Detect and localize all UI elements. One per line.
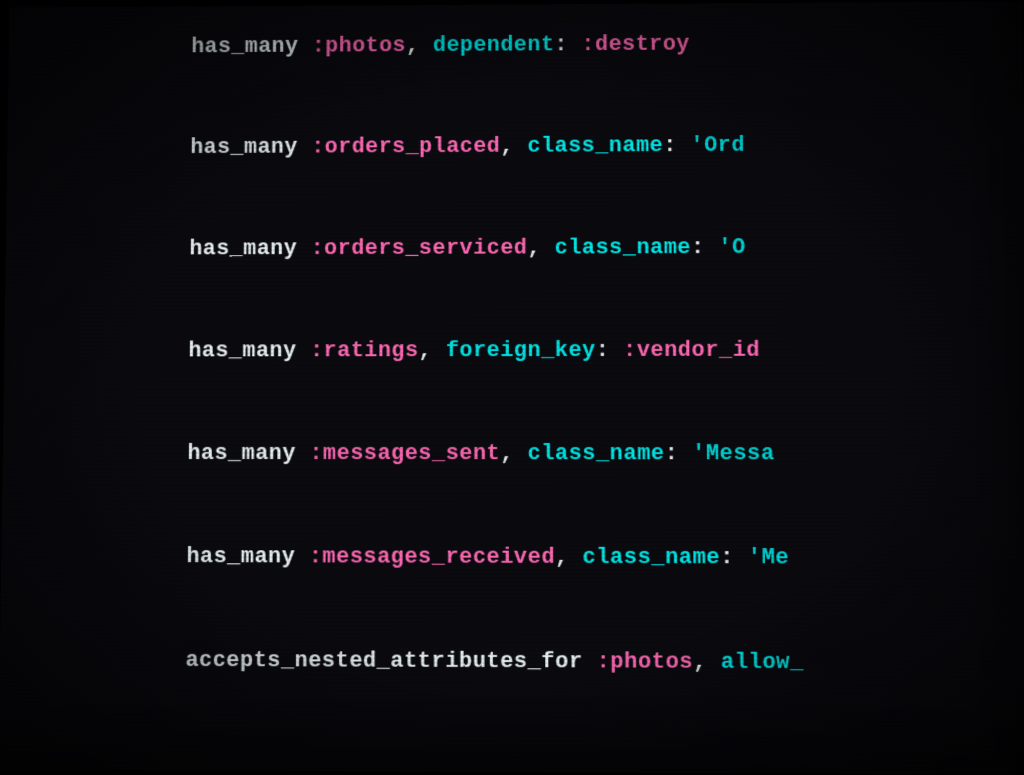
punct: ,	[500, 441, 527, 466]
line-content: has_many :orders_serviced, class_name: '…	[54, 197, 1024, 298]
code-line-7: accepts_nested_attributes_for :photos, a…	[0, 608, 1024, 716]
symbol: :orders_serviced	[311, 236, 528, 261]
punct2: :	[691, 235, 718, 260]
symbol-destroy: :destroy	[581, 32, 690, 57]
code-line-6: has_many :messages_received, class_name:…	[1, 505, 1024, 611]
code-line-8	[0, 712, 1024, 764]
key: class_name	[527, 133, 663, 158]
string-val: 'Ord	[690, 133, 745, 158]
symbol: :photos	[596, 649, 693, 675]
symbol-photos: :photos	[312, 33, 406, 58]
punct2: :	[596, 338, 623, 363]
punct2: :	[665, 441, 693, 466]
symbol: :orders_placed	[311, 134, 500, 159]
string-val: 'O	[718, 235, 746, 260]
punct: ,	[406, 33, 433, 58]
keyword-hasmany: has_many	[164, 34, 312, 59]
code-line-3: has_many :orders_serviced, class_name: '…	[5, 195, 1024, 300]
code-line-5: has_many :messages_sent, class_name: 'Me…	[2, 402, 1024, 506]
line-content: accepts_nested_attributes_for :photos, a…	[49, 610, 1024, 714]
symbol: :messages_sent	[309, 441, 500, 466]
code-editor: has_many :photos, dependent: :destroy ha…	[0, 1, 1024, 774]
symbol: :messages_received	[309, 544, 555, 570]
key: foreign_key	[446, 338, 596, 363]
keyword: has_many	[160, 441, 309, 466]
key-dependent: dependent	[433, 33, 555, 58]
symbol-fk: :vendor_id	[623, 338, 760, 363]
line-content: has_many :messages_sent, class_name: 'Me…	[52, 404, 1024, 504]
line-content: has_many :messages_received, class_name:…	[50, 507, 1024, 609]
key-allow: allow_	[721, 650, 804, 676]
keyword: has_many	[162, 236, 310, 261]
punct2: :	[720, 545, 748, 570]
line-content: has_many :photos, dependent: :destroy	[57, 1, 1023, 96]
punct: ,	[419, 338, 446, 363]
code-content: has_many :photos, dependent: :destroy ha…	[0, 1, 1024, 774]
string-val: 'Me	[748, 545, 790, 570]
code-line-1: has_many :photos, dependent: :destroy	[8, 1, 1023, 98]
keyword: has_many	[163, 135, 311, 160]
punct2: :	[663, 133, 690, 158]
keyword: accepts_nested_attributes_for	[158, 648, 596, 675]
line-content	[48, 714, 1024, 752]
line-content: has_many :orders_placed, class_name: 'Or…	[56, 95, 1024, 197]
symbol: :ratings	[310, 338, 419, 363]
key: class_name	[555, 235, 691, 260]
punct: ,	[693, 649, 721, 675]
keyword: has_many	[159, 544, 309, 569]
code-line-4: has_many :ratings, foreign_key: :vendor_…	[4, 298, 1024, 402]
key: class_name	[528, 441, 665, 466]
punct2: :	[554, 32, 581, 57]
string-val: 'Messa	[692, 441, 775, 466]
key: class_name	[582, 545, 720, 571]
punct: ,	[527, 236, 554, 261]
code-line-2: has_many :orders_placed, class_name: 'Or…	[7, 93, 1024, 199]
punct: ,	[555, 545, 583, 570]
punct: ,	[500, 134, 527, 159]
keyword: has_many	[161, 338, 310, 363]
line-content: has_many :ratings, foreign_key: :vendor_…	[53, 300, 1024, 400]
